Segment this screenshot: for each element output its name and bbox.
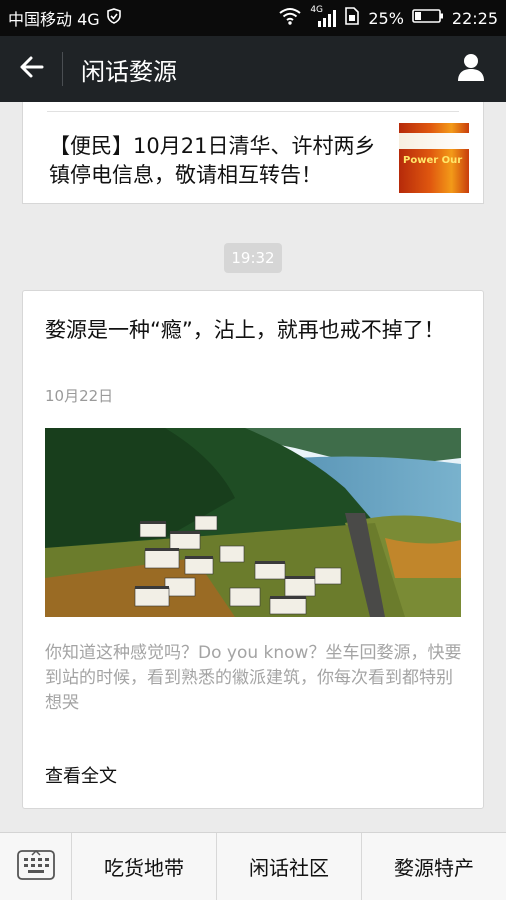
article-card-compact[interactable]: 【便民】10月21日清华、许村两乡镇停电信息，敬请相互转告！ Power Our: [22, 102, 484, 204]
shield-icon: [106, 8, 122, 28]
back-button[interactable]: [0, 36, 62, 102]
article-card[interactable]: 婺源是一种“瘾”，沾上，就再也戒不掉了！ 10月22日 你知道这种感觉吗？Do …: [22, 290, 484, 809]
article-title[interactable]: 【便民】10月21日清华、许村两乡镇停电信息，敬请相互转告！: [49, 132, 389, 190]
thumbnail-caption: Power Our: [403, 155, 463, 166]
read-more-link[interactable]: 查看全文: [45, 762, 117, 788]
bottom-menu-bar: 吃货地带 闲话社区 婺源特产: [0, 832, 506, 900]
menu-item-community[interactable]: 闲话社区: [217, 833, 362, 900]
page-title: 闲话婺源: [81, 57, 177, 86]
menu-item-food[interactable]: 吃货地带: [72, 833, 217, 900]
carrier-label: 中国移动 4G: [8, 10, 100, 29]
article-thumbnail[interactable]: Power Our: [399, 123, 469, 193]
arrow-left-icon: [18, 55, 44, 83]
battery-percent: 25%: [368, 8, 404, 28]
sim-icon: [344, 7, 360, 29]
battery-icon: [412, 8, 444, 28]
clock: 22:25: [451, 8, 498, 28]
signal-icon: 4G: [310, 5, 337, 28]
message-timestamp: 19:32: [224, 243, 282, 273]
article-date: 10月22日: [45, 387, 114, 405]
article-excerpt[interactable]: 你知道这种感觉吗？Do you know？坐车回婺源，快要到站的时候，看到熟悉的…: [45, 641, 465, 716]
status-bar: 中国移动 4G 4G 25% 22:25: [0, 0, 506, 36]
chevron-up-icon: [31, 841, 41, 860]
article-cover-image[interactable]: [45, 428, 461, 617]
article-title[interactable]: 婺源是一种“瘾”，沾上，就再也戒不掉了！: [45, 315, 445, 345]
top-nav-bar: 闲话婺源: [0, 36, 506, 102]
wifi-icon: [278, 7, 302, 29]
nav-divider: [62, 52, 63, 86]
menu-item-specialties[interactable]: 婺源特产: [362, 833, 506, 900]
divider: [47, 111, 459, 112]
keyboard-toggle-button[interactable]: [0, 833, 72, 900]
profile-button[interactable]: [446, 44, 496, 94]
person-icon: [455, 51, 487, 87]
